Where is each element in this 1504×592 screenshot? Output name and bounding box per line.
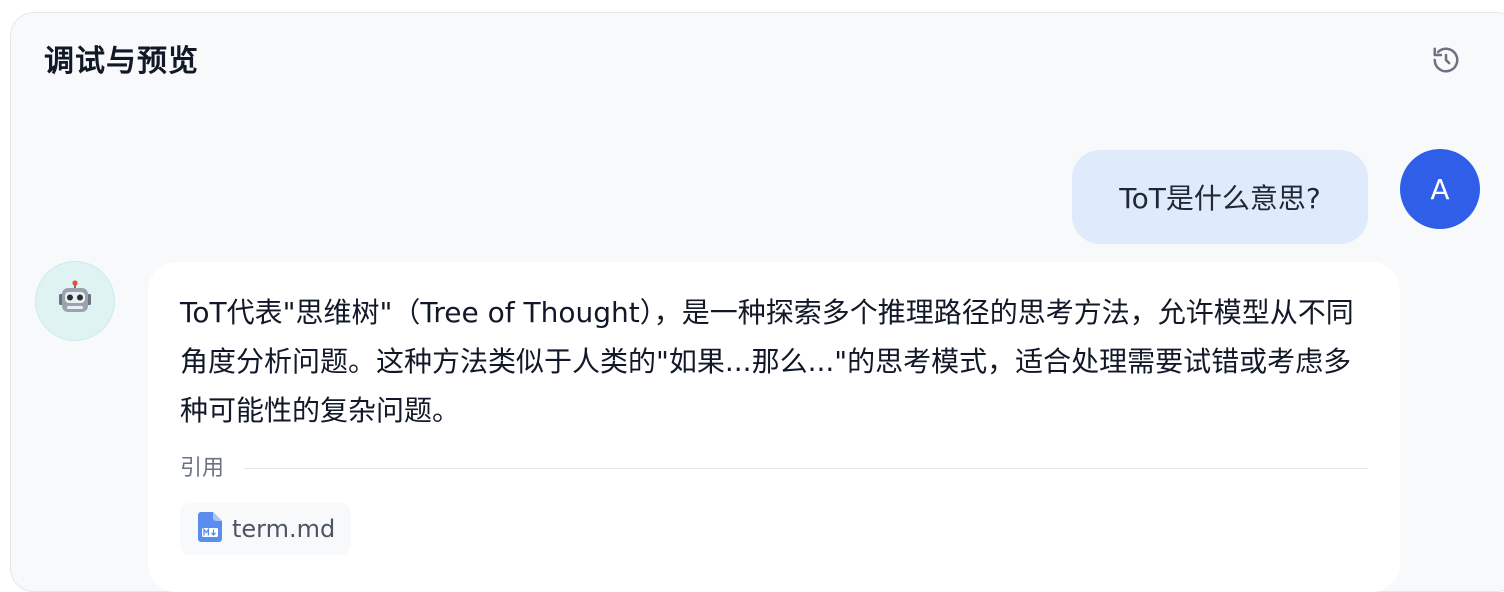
bot-avatar [35, 261, 115, 341]
citation-file-chip[interactable]: term.md [180, 503, 352, 555]
markdown-file-icon [198, 512, 222, 546]
panel-title: 调试与预览 [44, 44, 199, 79]
citation-file-name: term.md [232, 515, 336, 543]
user-avatar: A [1400, 149, 1480, 229]
bot-message-card: ToT代表"思维树"（Tree of Thought），是一种探索多个推理路径的… [148, 262, 1400, 592]
user-avatar-letter: A [1430, 172, 1450, 206]
citation-label: 引用 [180, 456, 225, 481]
refresh-icon [1431, 45, 1461, 79]
user-message-bubble: ToT是什么意思? [1072, 150, 1368, 244]
user-message-text: ToT是什么意思? [1119, 182, 1321, 215]
bot-message-text: ToT代表"思维树"（Tree of Thought），是一种探索多个推理路径的… [180, 296, 1354, 427]
refresh-button[interactable] [1428, 44, 1464, 80]
robot-icon [55, 279, 95, 323]
citation-divider [244, 468, 1368, 469]
